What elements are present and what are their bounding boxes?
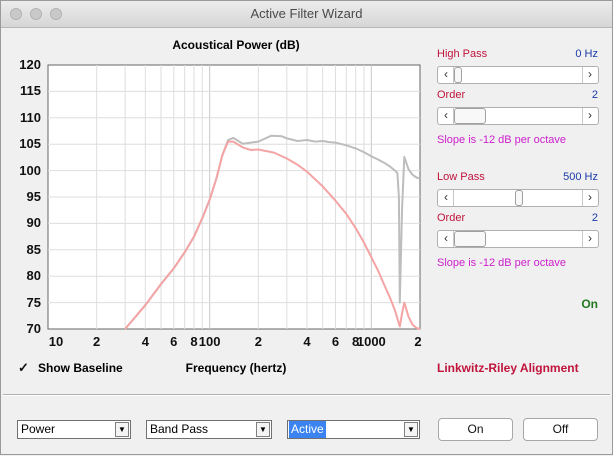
plot-grid <box>48 65 420 329</box>
title-bar: Active Filter Wizard <box>1 1 612 28</box>
filter-dropdown-arrow-icon[interactable]: ▼ <box>256 422 270 437</box>
lowpass-order-right-arrow-icon[interactable]: › <box>582 231 597 247</box>
type-select-value: Active <box>289 421 326 438</box>
off-button[interactable]: Off <box>523 418 598 441</box>
highpass-order-slider-thumb[interactable] <box>454 108 486 124</box>
plot-area <box>47 64 421 330</box>
series-line-1 <box>124 134 421 330</box>
x-tick-label: 4 <box>141 334 149 349</box>
y-tick-label: 115 <box>20 83 41 99</box>
x-tick-label: 2 <box>93 334 101 349</box>
highpass-order-label: Order <box>437 89 466 101</box>
highpass-label: High Pass <box>437 48 488 60</box>
lowpass-order-value: 2 <box>591 212 598 224</box>
x-tick-label: 10 <box>48 334 64 349</box>
x-tick-label: 2 <box>254 334 262 349</box>
x-axis-label: Frequency (hertz) <box>185 361 287 375</box>
highpass-value: 0 Hz <box>575 48 598 60</box>
y-tick-label: 75 <box>26 294 41 310</box>
x-tick-label: 6 <box>331 334 340 349</box>
highpass-right-arrow-icon[interactable]: › <box>582 67 597 83</box>
filter-select-value: Band Pass <box>150 422 209 436</box>
highpass-slider-thumb[interactable] <box>454 67 462 83</box>
y-tick-label: 90 <box>26 215 41 231</box>
status-indicator: On <box>581 297 598 311</box>
y-tick-label: 70 <box>26 321 41 336</box>
window-title: Active Filter Wizard <box>250 6 363 21</box>
plot-series <box>124 134 421 330</box>
mode-select-value: Power <box>21 422 56 436</box>
y-tick-label: 85 <box>26 241 41 257</box>
y-tick-label: 120 <box>19 57 41 72</box>
x-tick-label: 1000 <box>356 334 386 349</box>
y-tick-label: 80 <box>26 268 41 284</box>
mode-select[interactable]: Power ▼ <box>17 420 131 439</box>
lowpass-slider[interactable]: ‹ › <box>437 189 599 207</box>
alignment-text: Linkwitz-Riley Alignment <box>437 361 579 375</box>
series-line-2 <box>124 140 421 330</box>
on-button[interactable]: On <box>438 418 513 441</box>
y-tick-label: 95 <box>26 189 41 204</box>
lowpass-right-arrow-icon[interactable]: › <box>582 190 597 206</box>
lowpass-order-left-arrow-icon[interactable]: ‹ <box>439 231 454 247</box>
lowpass-label: Low Pass <box>437 171 485 183</box>
x-tick-label: 2 <box>414 334 422 349</box>
x-tick-label: 4 <box>303 334 311 349</box>
highpass-slider[interactable]: ‹ › <box>437 66 599 84</box>
y-tick-label: 110 <box>20 109 41 125</box>
y-tick-label: 100 <box>19 162 41 178</box>
x-tick-label: 6 <box>170 334 178 349</box>
lowpass-order-slider-thumb[interactable] <box>454 231 486 247</box>
type-select[interactable]: Active ▼ <box>287 420 420 439</box>
highpass-order-value: 2 <box>591 89 598 101</box>
filter-select[interactable]: Band Pass ▼ <box>146 420 272 439</box>
highpass-order-right-arrow-icon[interactable]: › <box>582 108 597 124</box>
separator-highlight <box>3 395 610 396</box>
highpass-order-slider[interactable]: ‹ › <box>437 107 599 125</box>
y-tick-label: 105 <box>19 136 41 152</box>
x-tick-label: 8 <box>190 334 198 349</box>
highpass-slope-text: Slope is -12 dB per octave <box>437 134 567 146</box>
x-tick-label: 100 <box>198 334 221 349</box>
highpass-order-left-arrow-icon[interactable]: ‹ <box>439 108 454 124</box>
highpass-left-arrow-icon[interactable]: ‹ <box>439 67 454 83</box>
lowpass-left-arrow-icon[interactable]: ‹ <box>439 190 454 206</box>
active-filter-wizard-window: Active Filter Wizard Acoustical Power (d… <box>0 0 613 455</box>
type-dropdown-arrow-icon[interactable]: ▼ <box>404 422 418 437</box>
mode-dropdown-arrow-icon[interactable]: ▼ <box>115 422 129 437</box>
chart-title: Acoustical Power (dB) <box>172 38 300 52</box>
lowpass-order-label: Order <box>437 212 466 224</box>
lowpass-order-slider[interactable]: ‹ › <box>437 230 599 248</box>
lowpass-value: 500 Hz <box>563 171 598 183</box>
lowpass-slider-thumb[interactable] <box>515 190 523 206</box>
show-baseline-label: Show Baseline <box>38 361 123 375</box>
show-baseline-checkbox[interactable]: ✓ <box>18 361 30 374</box>
lowpass-slope-text: Slope is -12 dB per octave <box>437 257 567 269</box>
